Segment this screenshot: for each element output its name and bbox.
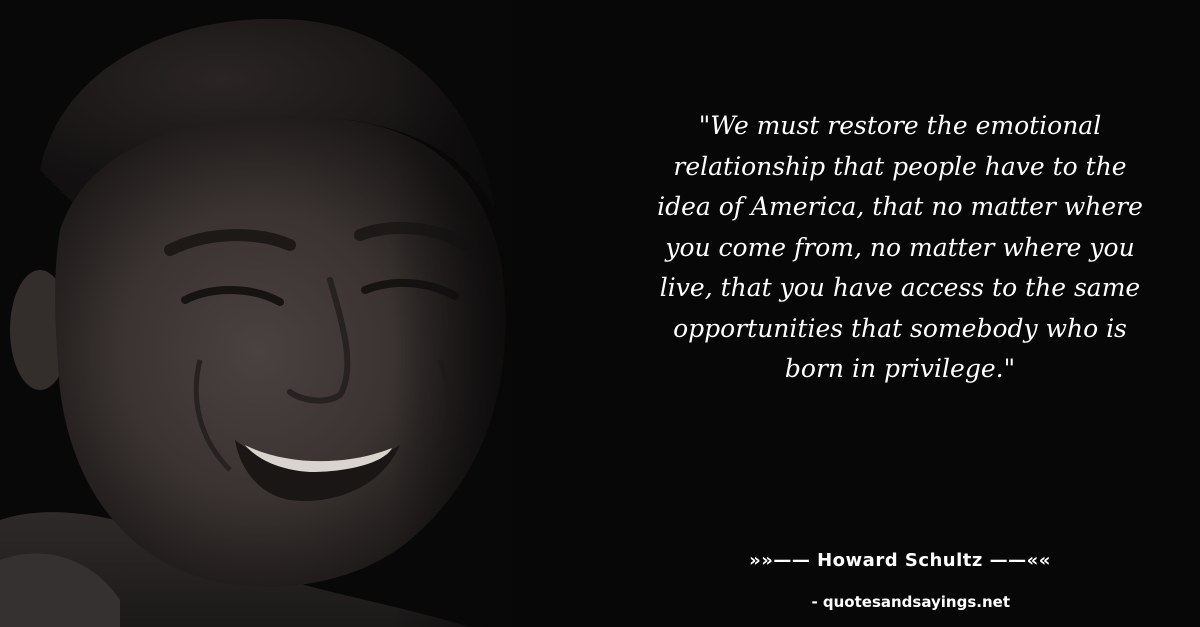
quote-author: »»—— Howard Schultz ——«« xyxy=(749,550,1051,571)
source-attribution: - quotesandsayings.net xyxy=(811,593,1010,611)
quote-text: "We must restore the emotional relations… xyxy=(640,106,1160,390)
portrait-photo xyxy=(0,0,560,627)
quote-line: you come from, no matter where you xyxy=(665,232,1135,262)
quote-line: relationship that people have to the xyxy=(673,151,1127,181)
quote-line: "We must restore the emotional xyxy=(698,111,1102,140)
quote-line: idea of America, that no matter where xyxy=(657,192,1143,221)
portrait-illustration xyxy=(0,0,560,627)
quote-line: live, that you have access to the same xyxy=(659,273,1141,302)
quote-card: "We must restore the emotional relations… xyxy=(0,0,1200,627)
quote-line: born in privilege." xyxy=(784,354,1016,383)
quote-line: opportunities that somebody who is xyxy=(673,313,1127,343)
